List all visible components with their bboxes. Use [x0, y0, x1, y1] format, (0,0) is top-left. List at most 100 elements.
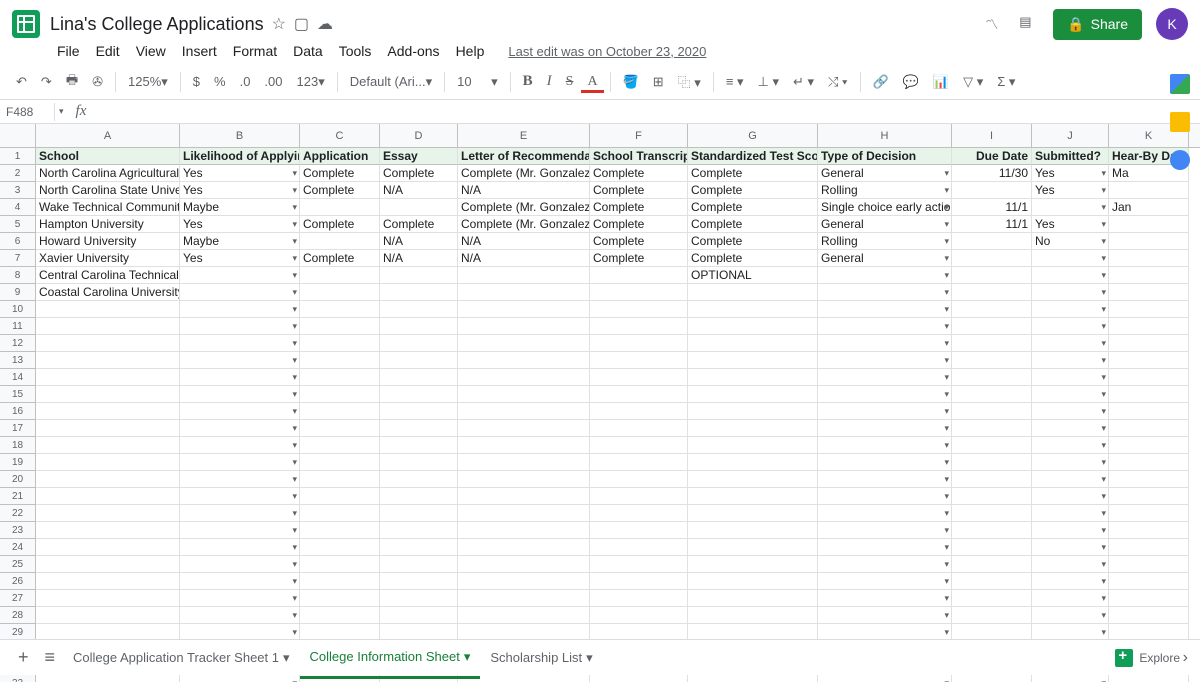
row-header-32[interactable]: 32 — [0, 675, 36, 682]
cell-C25[interactable] — [300, 556, 380, 573]
cell-I4[interactable]: 11/1 — [952, 199, 1032, 216]
insert-comment-button[interactable]: 💬 — [897, 70, 925, 94]
menu-help[interactable]: Help — [449, 41, 492, 61]
cell-C16[interactable] — [300, 403, 380, 420]
cell-E21[interactable] — [458, 488, 590, 505]
row-header-18[interactable]: 18 — [0, 437, 36, 454]
cell-E18[interactable] — [458, 437, 590, 454]
cell-C5[interactable]: Complete — [300, 216, 380, 233]
cell-G10[interactable] — [688, 301, 818, 318]
cell-A13[interactable] — [36, 352, 180, 369]
cell-H17[interactable]: ▾ — [818, 420, 952, 437]
cell-G4[interactable]: Complete — [688, 199, 818, 216]
dropdown-arrow-icon[interactable]: ▾ — [292, 423, 297, 434]
cell-C13[interactable] — [300, 352, 380, 369]
cell-A15[interactable] — [36, 386, 180, 403]
bold-button[interactable]: B — [517, 69, 539, 94]
dropdown-arrow-icon[interactable]: ▾ — [292, 457, 297, 468]
cell-C8[interactable] — [300, 267, 380, 284]
cell-J13[interactable]: ▾ — [1032, 352, 1109, 369]
cell-F14[interactable] — [590, 369, 688, 386]
column-header-H[interactable]: H — [818, 124, 952, 147]
cell-H13[interactable]: ▾ — [818, 352, 952, 369]
cell-E20[interactable] — [458, 471, 590, 488]
row-header-7[interactable]: 7 — [0, 250, 36, 267]
cell-B2[interactable]: Yes▾ — [180, 165, 300, 182]
text-wrap-button[interactable]: ↵ ▾ — [787, 70, 820, 94]
cell-B6[interactable]: Maybe▾ — [180, 233, 300, 250]
cell-D4[interactable] — [380, 199, 458, 216]
cell-K23[interactable] — [1109, 522, 1189, 539]
italic-button[interactable]: I — [541, 69, 558, 94]
cell-F10[interactable] — [590, 301, 688, 318]
dropdown-arrow-icon[interactable]: ▾ — [944, 372, 949, 383]
column-header-B[interactable]: B — [180, 124, 300, 147]
row-header-23[interactable]: 23 — [0, 522, 36, 539]
cell-J26[interactable]: ▾ — [1032, 573, 1109, 590]
cell-J4[interactable]: ▾ — [1032, 199, 1109, 216]
account-avatar[interactable]: K — [1156, 8, 1188, 40]
cell-I5[interactable]: 11/1 — [952, 216, 1032, 233]
cell-A9[interactable]: Coastal Carolina University — [36, 284, 180, 301]
dropdown-arrow-icon[interactable]: ▾ — [1101, 440, 1106, 451]
dropdown-arrow-icon[interactable]: ▾ — [1101, 219, 1106, 230]
column-header-I[interactable]: I — [952, 124, 1032, 147]
dropdown-arrow-icon[interactable]: ▾ — [1101, 457, 1106, 468]
dropdown-arrow-icon[interactable]: ▾ — [944, 457, 949, 468]
cell-K17[interactable] — [1109, 420, 1189, 437]
cell-G8[interactable]: OPTIONAL — [688, 267, 818, 284]
cell-K9[interactable] — [1109, 284, 1189, 301]
cell-G32[interactable] — [688, 675, 818, 682]
horizontal-align-button[interactable]: ≡ ▾ — [720, 70, 750, 94]
row-header-11[interactable]: 11 — [0, 318, 36, 335]
dropdown-arrow-icon[interactable]: ▾ — [944, 270, 949, 281]
zoom-select[interactable]: 125% ▾ — [122, 70, 174, 94]
cell-I18[interactable] — [952, 437, 1032, 454]
cell-H18[interactable]: ▾ — [818, 437, 952, 454]
cell-H7[interactable]: General▾ — [818, 250, 952, 267]
cell-A7[interactable]: Xavier University — [36, 250, 180, 267]
dropdown-arrow-icon[interactable]: ▾ — [1101, 406, 1106, 417]
cell-G20[interactable] — [688, 471, 818, 488]
cell-I12[interactable] — [952, 335, 1032, 352]
column-header-A[interactable]: A — [36, 124, 180, 147]
dropdown-arrow-icon[interactable]: ▾ — [292, 389, 297, 400]
menu-view[interactable]: View — [129, 41, 173, 61]
dropdown-arrow-icon[interactable]: ▾ — [944, 287, 949, 298]
redo-button[interactable]: ↷ — [35, 70, 58, 94]
cell-C24[interactable] — [300, 539, 380, 556]
cell-J32[interactable]: ▾ — [1032, 675, 1109, 682]
row-header-2[interactable]: 2 — [0, 165, 36, 182]
cell-A5[interactable]: Hampton University — [36, 216, 180, 233]
cell-I16[interactable] — [952, 403, 1032, 420]
cell-F4[interactable]: Complete — [590, 199, 688, 216]
cell-K12[interactable] — [1109, 335, 1189, 352]
cell-J19[interactable]: ▾ — [1032, 454, 1109, 471]
cell-D24[interactable] — [380, 539, 458, 556]
cell-F19[interactable] — [590, 454, 688, 471]
cell-K22[interactable] — [1109, 505, 1189, 522]
row-header-27[interactable]: 27 — [0, 590, 36, 607]
cell-K20[interactable] — [1109, 471, 1189, 488]
font-size-input[interactable]: 10 — [451, 70, 483, 93]
cell-A32[interactable] — [36, 675, 180, 682]
cell-K26[interactable] — [1109, 573, 1189, 590]
cell-H24[interactable]: ▾ — [818, 539, 952, 556]
cell-B15[interactable]: ▾ — [180, 386, 300, 403]
dropdown-arrow-icon[interactable]: ▾ — [292, 202, 297, 213]
cell-C10[interactable] — [300, 301, 380, 318]
dropdown-arrow-icon[interactable]: ▾ — [944, 508, 949, 519]
cell-F2[interactable]: Complete — [590, 165, 688, 182]
cell-A12[interactable] — [36, 335, 180, 352]
dropdown-arrow-icon[interactable]: ▾ — [292, 508, 297, 519]
cell-I2[interactable]: 11/30 — [952, 165, 1032, 182]
cell-J7[interactable]: ▾ — [1032, 250, 1109, 267]
dropdown-arrow-icon[interactable]: ▾ — [292, 678, 297, 682]
cell-J9[interactable]: ▾ — [1032, 284, 1109, 301]
cell-F27[interactable] — [590, 590, 688, 607]
font-select[interactable]: Default (Ari... ▾ — [344, 70, 438, 94]
dropdown-arrow-icon[interactable]: ▾ — [1101, 304, 1106, 315]
cell-G2[interactable]: Complete — [688, 165, 818, 182]
cell-D8[interactable] — [380, 267, 458, 284]
cell-K7[interactable] — [1109, 250, 1189, 267]
